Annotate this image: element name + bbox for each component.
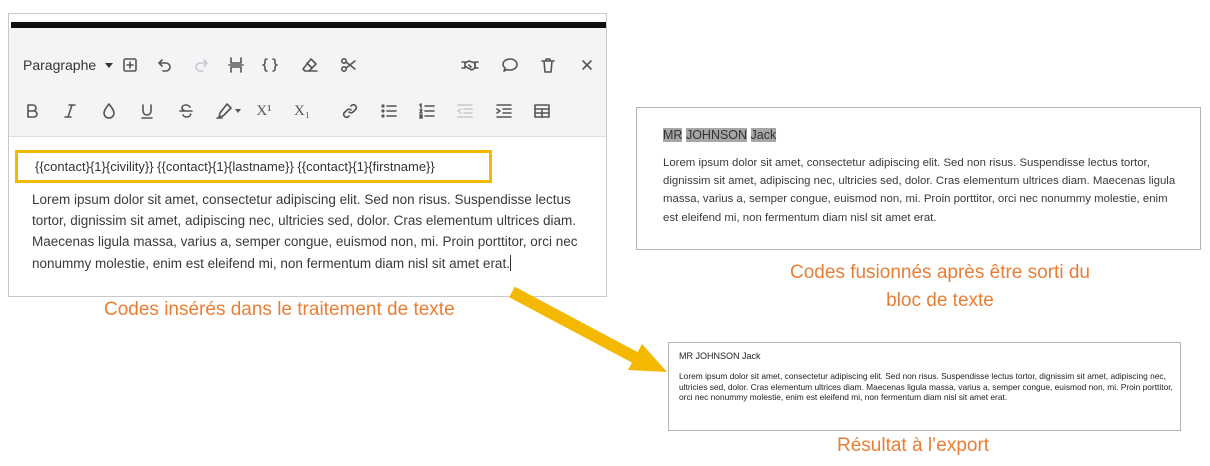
numbered-list-icon[interactable] [414,98,440,124]
editor-body-text[interactable]: Lorem ipsum dolor sit amet, consectetur … [32,189,592,274]
comment-icon[interactable] [497,52,523,78]
link-icon[interactable] [337,98,363,124]
redo-icon[interactable] [189,52,215,78]
eraser-icon[interactable] [297,52,323,78]
italic-icon[interactable] [57,98,83,124]
indent-icon[interactable] [491,98,517,124]
subscript-label: X₁ [293,102,311,119]
toolbar-row-2: X¹ X₁ [9,88,606,134]
outdent-icon[interactable] [452,98,478,124]
superscript-label: X¹ [256,102,272,119]
export-preview: MR JOHNSON Jack Lorem ipsum dolor sit am… [668,342,1181,431]
export-body-text: Lorem ipsum dolor sit amet, consectetur … [679,371,1173,403]
bullet-list-icon[interactable] [376,98,402,124]
paragraph-style-label: Paragraphe [23,57,97,73]
page-break-icon[interactable] [223,52,249,78]
editor-toolbar: Paragraphe X¹ X₁ [9,28,606,137]
paragraph-style-select[interactable]: Paragraphe [23,52,114,78]
editor-body-paragraph: Lorem ipsum dolor sit amet, consectetur … [32,192,578,271]
caption-merged: Codes fusionnés après être sorti du bloc… [760,259,1120,315]
chevron-down-icon [105,62,114,68]
merged-body-text: Lorem ipsum dolor sit amet, consectetur … [663,157,1176,224]
drop-icon[interactable] [96,98,122,124]
toolbar-row-1: Paragraphe [9,42,606,88]
caption-inserted: Codes insérés dans le traitement de text… [104,299,455,320]
chevron-down-icon [235,109,241,113]
arrow-shaft [509,286,639,364]
merge-codes-line[interactable]: {{contact}{1}{civility}} {{contact}{1}{l… [15,150,492,183]
merged-civility: MR [663,128,683,142]
arrow-head-icon [628,344,667,372]
strikethrough-icon[interactable] [173,98,199,124]
merged-firstname: Jack [750,128,777,142]
undo-icon[interactable] [151,52,177,78]
editor-content[interactable]: {{contact}{1}{civility}} {{contact}{1}{l… [9,137,606,296]
merged-name-line: MR JOHNSON Jack [663,128,777,142]
handshake-icon[interactable] [457,52,483,78]
bold-icon[interactable] [19,98,45,124]
merged-preview: MR JOHNSON Jack Lorem ipsum dolor sit am… [636,107,1201,250]
close-icon[interactable] [574,52,600,78]
scissors-icon[interactable] [335,52,361,78]
caption-merged-line-2: bloc de texte [886,290,994,311]
caption-merged-line-1: Codes fusionnés après être sorti du [790,262,1090,283]
caption-export: Résultat à l’export [837,435,990,456]
table-icon[interactable] [529,98,555,124]
code-braces-icon[interactable] [257,52,283,78]
text-editor: Paragraphe X¹ X₁ {{contact}{1}{civility}… [8,13,607,297]
merged-lastname: JOHNSON [685,128,748,142]
subscript-icon[interactable]: X₁ [289,98,315,124]
highlighter-icon[interactable] [211,98,245,124]
superscript-icon[interactable]: X¹ [251,98,277,124]
text-cursor [509,254,511,271]
export-name-line: MR JOHNSON Jack [679,351,761,361]
trash-icon[interactable] [535,52,561,78]
underline-icon[interactable] [134,98,160,124]
add-block-icon[interactable] [117,52,143,78]
